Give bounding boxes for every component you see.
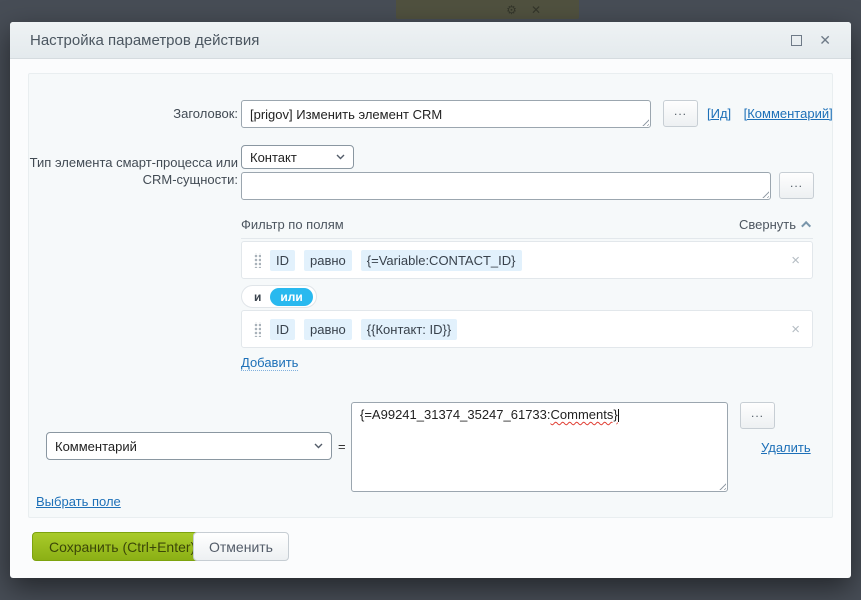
drag-handle-icon[interactable] [254,253,261,268]
dialog-title: Настройка параметров действия [30,32,259,49]
title-field-label: Заголовок: [29,105,238,122]
comment-value-text: {=A99241_31374_35247_61733: [360,407,551,422]
collapse-label: Свернуть [739,216,796,233]
comment-more-button[interactable]: ... [740,402,775,429]
entity-input[interactable] [241,172,771,200]
filter-value-chip[interactable]: {=Variable:CONTACT_ID} [361,250,522,271]
chevron-down-icon [336,154,345,160]
filter-operator-chip[interactable]: равно [304,319,352,340]
close-icon: ✕ [531,4,541,16]
entity-type-select-value: Контакт [250,150,330,165]
comment-value-textarea[interactable]: {=A99241_31374_35247_61733:Comments} [351,402,728,492]
chevron-up-icon [801,221,811,231]
equals-sign: = [338,438,346,455]
delete-field-link[interactable]: Удалить [761,440,811,455]
title-more-button[interactable]: ... [663,100,698,127]
entity-field-wrap [241,172,771,200]
filter-field-chip[interactable]: ID [270,319,295,340]
filter-operator-chip[interactable]: равно [304,250,352,271]
cancel-button[interactable]: Отменить [193,532,289,561]
filter-value-chip[interactable]: {{Контакт: ID}} [361,319,457,340]
close-icon[interactable]: ✕ [819,33,831,47]
logic-connector-toggle: и или [241,285,317,308]
comment-value-misspelled: Comments} [551,407,618,422]
screen-backdrop: ⚙ ✕ Настройка параметров действия ✕ Заго… [0,0,861,600]
title-input[interactable] [241,100,651,128]
window-controls: ✕ [791,33,831,47]
remove-filter-icon[interactable]: × [791,253,800,268]
field-select[interactable]: Комментарий [46,432,332,460]
comment-textarea-wrap: {=A99241_31374_35247_61733:Comments} [351,402,728,492]
entity-type-select[interactable]: Контакт [241,145,354,169]
filter-section-title: Фильтр по полям [241,216,344,233]
insert-comment-link[interactable]: [Комментарий] [744,106,833,121]
filter-collapse-toggle[interactable]: Свернуть [739,216,811,233]
entity-type-label: Тип элемента смарт-процесса или CRM-сущн… [29,154,238,188]
insert-id-link[interactable]: [Ид] [707,106,731,121]
logic-and-option[interactable]: и [245,290,270,304]
action-settings-dialog: Настройка параметров действия ✕ Заголово… [10,22,851,578]
remove-filter-icon[interactable]: × [791,322,800,337]
gear-icon: ⚙ [506,4,517,16]
save-button[interactable]: Сохранить (Ctrl+Enter) [32,532,212,561]
background-workflow-block: ⚙ ✕ [396,0,579,19]
filter-row: ID равно {=Variable:CONTACT_ID} × [241,241,813,279]
filter-divider [241,238,813,239]
title-links: [Ид] [Комментарий] [707,105,833,123]
dialog-header: Настройка параметров действия ✕ [10,22,851,59]
choose-field-link[interactable]: Выбрать поле [36,494,121,509]
add-filter-link[interactable]: Добавить [241,355,298,371]
entity-more-button[interactable]: ... [779,172,814,199]
filter-field-chip[interactable]: ID [270,250,295,271]
form-panel: Заголовок: ... [Ид] [Комментарий] Контак… [28,73,833,518]
chevron-down-icon [314,443,323,449]
drag-handle-icon[interactable] [254,322,261,337]
logic-or-option[interactable]: или [270,288,312,306]
title-field-wrap [241,100,651,128]
filter-row: ID равно {{Контакт: ID}} × [241,310,813,348]
maximize-icon[interactable] [791,35,802,46]
field-select-value: Комментарий [55,439,308,454]
text-cursor [618,409,619,422]
